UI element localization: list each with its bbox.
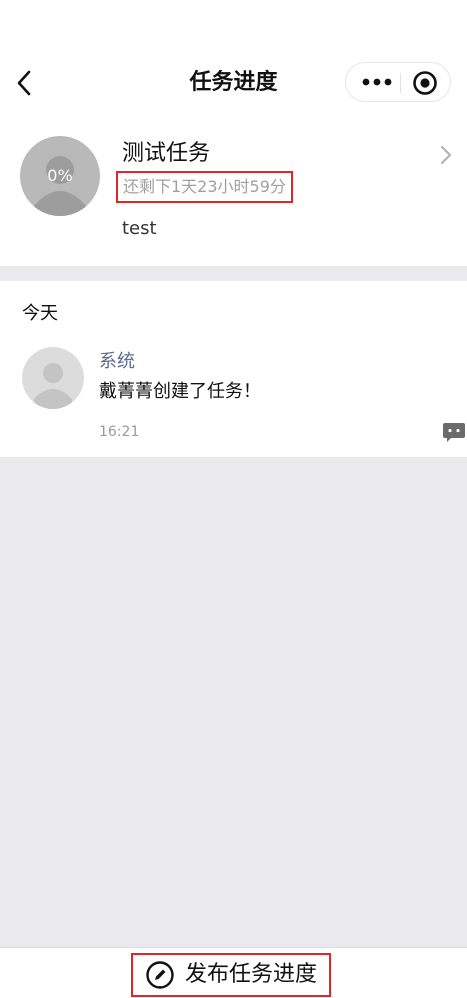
task-name: 测试任务 bbox=[122, 141, 211, 166]
progress-timeline: 今天 系统 戴菁菁创建了任务！ 16:21 bbox=[0, 281, 467, 457]
more-dots-icon bbox=[362, 78, 392, 86]
task-progress-avatar: 0% bbox=[20, 136, 100, 216]
more-button[interactable] bbox=[360, 71, 394, 93]
close-miniprogram-button[interactable] bbox=[412, 70, 438, 96]
edit-pen-icon bbox=[146, 961, 174, 989]
entry-time: 16:21 bbox=[99, 424, 140, 440]
capsule-divider bbox=[400, 73, 401, 93]
bottom-action-bar: 发布任务进度 bbox=[0, 947, 467, 998]
mini-program-capsule bbox=[345, 62, 451, 102]
publish-button-label: 发布任务进度 bbox=[184, 962, 317, 987]
person-placeholder-icon bbox=[34, 363, 72, 409]
target-icon bbox=[413, 71, 437, 95]
entry-text: 戴菁菁创建了任务！ bbox=[99, 381, 261, 402]
task-progress-page: 任务进度 0% 测试任务 还剩下1天23小时59分 test 今天 系统 戴菁菁… bbox=[0, 0, 467, 998]
publish-progress-button[interactable]: 发布任务进度 bbox=[131, 953, 331, 997]
entry-author[interactable]: 系统 bbox=[99, 349, 135, 375]
task-description: test bbox=[122, 218, 157, 239]
task-remaining-time: 还剩下1天23小时59分 bbox=[116, 171, 293, 203]
avatar bbox=[22, 347, 84, 409]
task-card[interactable]: 0% 测试任务 还剩下1天23小时59分 test bbox=[0, 125, 467, 266]
day-label: 今天 bbox=[22, 303, 58, 324]
chevron-right-icon bbox=[441, 146, 451, 164]
progress-percent: 0% bbox=[47, 166, 73, 185]
header-bar: 任务进度 bbox=[0, 0, 467, 125]
comment-icon[interactable] bbox=[441, 421, 467, 443]
